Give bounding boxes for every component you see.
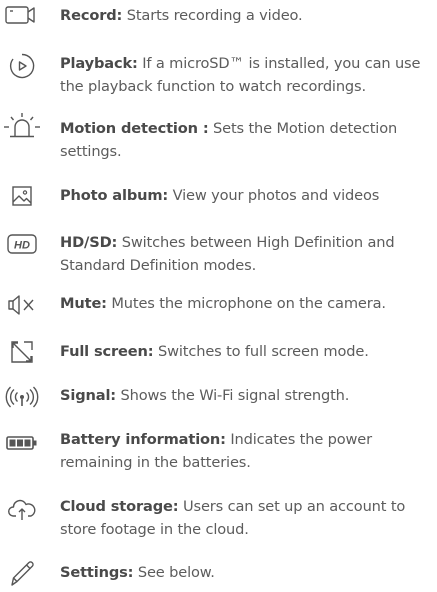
item-label: Settings: <box>60 564 134 581</box>
item-text: Cloud storage: Users can set up an accou… <box>60 495 430 541</box>
cloud-storage-icon <box>2 495 42 525</box>
item-description: View your photos and videos <box>168 187 380 204</box>
settings-icon <box>2 558 42 588</box>
photo-album-icon <box>2 181 42 211</box>
item-text: Record: Starts recording a video. <box>60 4 430 27</box>
item-description: Starts recording a video. <box>122 7 303 24</box>
item-text: Playback: If a microSD™ is installed, yo… <box>60 52 430 98</box>
item-label: Mute: <box>60 295 107 312</box>
item-label: Motion detection : <box>60 120 209 137</box>
item-label: Playback: <box>60 55 138 72</box>
item-text: Photo album: View your photos and videos <box>60 184 430 207</box>
record-icon <box>2 0 42 30</box>
item-text: Full screen: Switches to full screen mod… <box>60 340 430 363</box>
signal-icon <box>2 383 42 413</box>
item-label: Record: <box>60 7 123 24</box>
hd-icon-label: HD <box>14 240 30 252</box>
item-label: HD/SD: <box>60 234 118 251</box>
item-description: Switches to full screen mode. <box>153 343 369 360</box>
item-text: Mute: Mutes the microphone on the camera… <box>60 292 430 315</box>
battery-icon <box>2 428 42 458</box>
item-text: Settings: See below. <box>60 561 430 584</box>
item-label: Full screen: <box>60 343 154 360</box>
item-label: Cloud storage: <box>60 498 179 515</box>
item-text: HD/SD: Switches between High Definition … <box>60 231 430 277</box>
item-text: Signal: Shows the Wi-Fi signal strength. <box>60 384 430 407</box>
item-label: Battery information: <box>60 431 226 448</box>
playback-icon <box>2 51 42 81</box>
item-label: Photo album: <box>60 187 169 204</box>
item-text: Motion detection : Sets the Motion detec… <box>60 117 430 163</box>
item-text: Battery information: Indicates the power… <box>60 428 430 474</box>
motion-detection-icon <box>2 112 42 142</box>
item-description: See below. <box>133 564 215 581</box>
item-description: Shows the Wi-Fi signal strength. <box>116 387 350 404</box>
item-label: Signal: <box>60 387 116 404</box>
full-screen-icon <box>2 337 42 367</box>
mute-icon <box>2 290 42 320</box>
hd-icon: HD <box>2 229 42 259</box>
item-description: Mutes the microphone on the camera. <box>106 295 386 312</box>
